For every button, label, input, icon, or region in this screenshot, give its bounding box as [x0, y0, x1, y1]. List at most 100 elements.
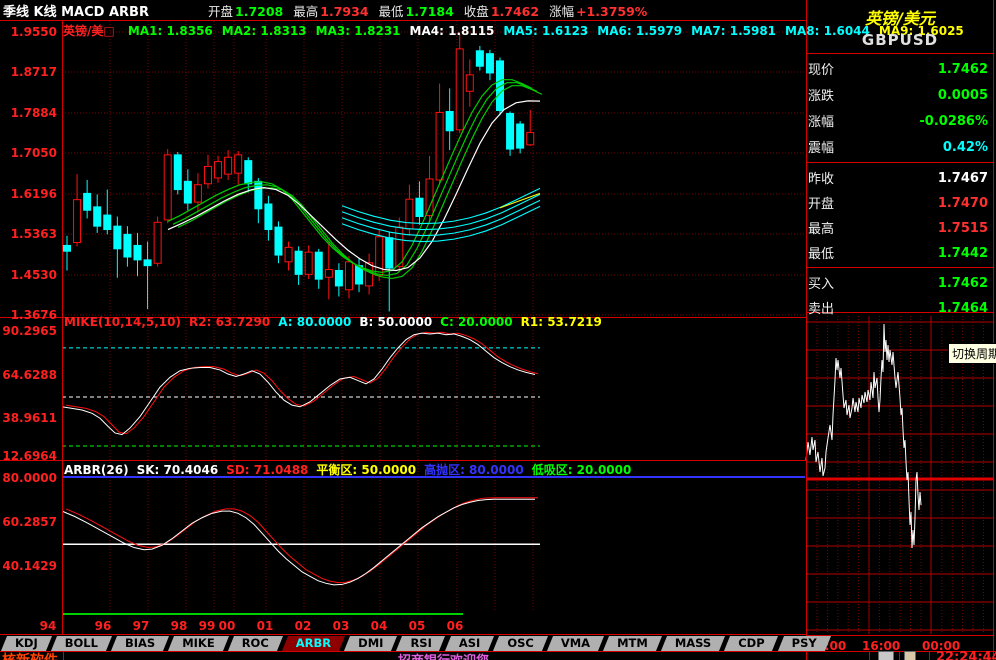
arbr-header-item: SD: 71.0488: [226, 463, 309, 477]
tab-mass[interactable]: MASS: [664, 636, 722, 651]
ohlc-field: 最低 1.7184: [379, 3, 454, 19]
field-label: 收盘: [463, 3, 489, 19]
axis-tick-label: 97: [132, 619, 150, 633]
tab-asi[interactable]: ASI: [448, 636, 491, 651]
tab-label: OSC: [507, 636, 534, 650]
quote-row: 震幅 0.42%: [808, 136, 992, 160]
quote-value: 1.7442: [937, 246, 988, 261]
quote-value: 1.7470: [937, 196, 988, 211]
field-value: 1.7184: [405, 3, 454, 19]
tab-label: MIKE: [182, 636, 215, 650]
tab-arbr[interactable]: ARBR: [285, 636, 342, 651]
tab-label: MTM: [617, 636, 648, 650]
window-icon[interactable]: [878, 651, 894, 660]
axis-tick-label: 40.1429: [2, 559, 57, 573]
indicator-tab-bar: KDJ BOLL BIAS MIKE ROC ARBR DMI RSI ASI OSC VMA MTM…: [4, 636, 828, 651]
tab-label: RSI: [410, 636, 432, 650]
quote-row: 卖出 1.7464: [808, 297, 992, 321]
axis-tick-label: 64.6288: [2, 368, 57, 382]
tab-label: MASS: [674, 636, 712, 650]
candlesticks: [63, 33, 535, 312]
axis-tick-label: 1.9550: [10, 25, 57, 39]
arbr-indicator-header: ARBR(26) SK: 70.4046 SD: 71.0488 平衡区: 50.00…: [64, 461, 639, 478]
arbr-panel: [61, 476, 805, 615]
quote-value: 0.0005: [937, 88, 988, 103]
top-bar: 季线 K线 MACD ARBR 开盘 1.7208 最高 1.7934 最低 1.7184…: [0, 0, 806, 20]
axis-tick-label: 90.2965: [2, 324, 57, 338]
mike-header-item: C: 20.0000: [440, 315, 513, 329]
ohlc-field: 开盘 1.7208: [208, 3, 283, 19]
tab-osc[interactable]: OSC: [496, 636, 545, 651]
mike-header-item: R1: 53.7219: [520, 315, 602, 329]
tab-mtm[interactable]: MTM: [606, 636, 659, 651]
quote-row: 涨跌 0.0005: [808, 84, 992, 108]
tab-label: VMA: [560, 636, 591, 650]
mike-indicator-header: MIKE(10,14,5,10) R2: 63.7290 A: 80.0000 B: …: [64, 315, 610, 329]
arbr-header-item: 低吸区: 20.0000: [531, 463, 632, 477]
tab-boll[interactable]: BOLL: [54, 636, 109, 651]
ma-value: MA5: 1.6123: [503, 24, 589, 38]
quote-value: 1.7467: [937, 171, 988, 186]
statusbar-message: 招商银行欢迎您: [398, 650, 489, 660]
symbol-label: 英镑/美□: [63, 24, 115, 38]
field-value: +1.3759%: [576, 3, 648, 19]
quote-label: 买入: [808, 277, 835, 292]
user-icon[interactable]: [904, 651, 916, 660]
tab-label: ARBR: [295, 636, 332, 650]
field-value: 1.7462: [490, 3, 540, 19]
quote-label: 现价: [808, 63, 835, 78]
mike-header-item: MIKE(10,14,5,10): [64, 315, 181, 329]
axis-tick-label: 1.3676: [10, 308, 57, 322]
quote-row: 买入 1.7462: [808, 272, 992, 296]
statusbar-clock: 22:24:44: [936, 650, 996, 660]
mike-header-item: A: 80.0000: [278, 315, 352, 329]
quote-label: 涨跌: [808, 89, 835, 104]
tab-rsi[interactable]: RSI: [399, 636, 442, 651]
axis-tick-label: 04: [370, 619, 388, 633]
axis-tick-label: 02: [294, 619, 312, 633]
ma-value: MA2: 1.8313: [221, 24, 307, 38]
axis-tick-label: 01: [256, 619, 274, 633]
quote-value: 1.7462: [937, 276, 988, 291]
tab-dmi[interactable]: DMI: [347, 636, 394, 651]
tab-vma[interactable]: VMA: [550, 636, 601, 651]
statusbar-brand: 核新软件: [2, 650, 58, 660]
quote-value: 1.7515: [937, 221, 988, 236]
mike-header-item: B: 50.0000: [359, 315, 433, 329]
ma-value: MA1: 1.8356: [127, 24, 213, 38]
quote-label: 震幅: [808, 141, 835, 156]
axis-tick-label: 1.7050: [10, 146, 57, 160]
tab-label: BIAS: [124, 636, 156, 650]
tab-psy[interactable]: PSY: [781, 636, 828, 651]
axis-tick-label: 1.6196: [10, 187, 57, 201]
arbr-header-item: SK: 70.4046: [136, 463, 219, 477]
field-label: 开盘: [208, 3, 234, 19]
ohlc-field: 最高 1.7934: [293, 3, 369, 19]
quote-value: 1.7462: [937, 62, 988, 77]
tab-label: PSY: [791, 636, 817, 650]
quote-row: 最低 1.7442: [808, 242, 992, 266]
ma-value: MA6: 1.5979: [597, 24, 683, 38]
field-value: 1.7934: [320, 3, 369, 19]
quote-value: 0.42%: [942, 140, 988, 155]
quote-row: 涨幅 -0.0286%: [808, 110, 992, 134]
axis-tick-label: 06: [446, 619, 464, 633]
axis-tick-label: 38.9611: [2, 411, 57, 425]
axis-tick-label: 99: [198, 619, 216, 633]
axis-tick-label: 98: [170, 619, 188, 633]
tab-mike[interactable]: MIKE: [171, 636, 226, 651]
tab-roc[interactable]: ROC: [231, 636, 280, 651]
tab-label: ROC: [241, 636, 269, 650]
axis-tick-label: 03: [332, 619, 350, 633]
ma-lines: [167, 79, 543, 280]
tab-cdp[interactable]: CDP: [727, 636, 775, 651]
tab-bias[interactable]: BIAS: [114, 636, 166, 651]
axis-tick-label: 1.4530: [10, 268, 57, 282]
ohlc-summary: 开盘 1.7208 最高 1.7934 最低 1.7184 收盘 1.7462 涨幅 +1.375…: [208, 1, 657, 20]
ma-value: MA3: 1.8231: [315, 24, 401, 38]
quote-label: 开盘: [808, 197, 835, 212]
field-label: 涨幅: [549, 3, 575, 19]
quote-row: 最高 1.7515: [808, 217, 992, 241]
tab-kdj[interactable]: KDJ: [4, 636, 49, 651]
quote-label: 昨收: [808, 172, 835, 187]
